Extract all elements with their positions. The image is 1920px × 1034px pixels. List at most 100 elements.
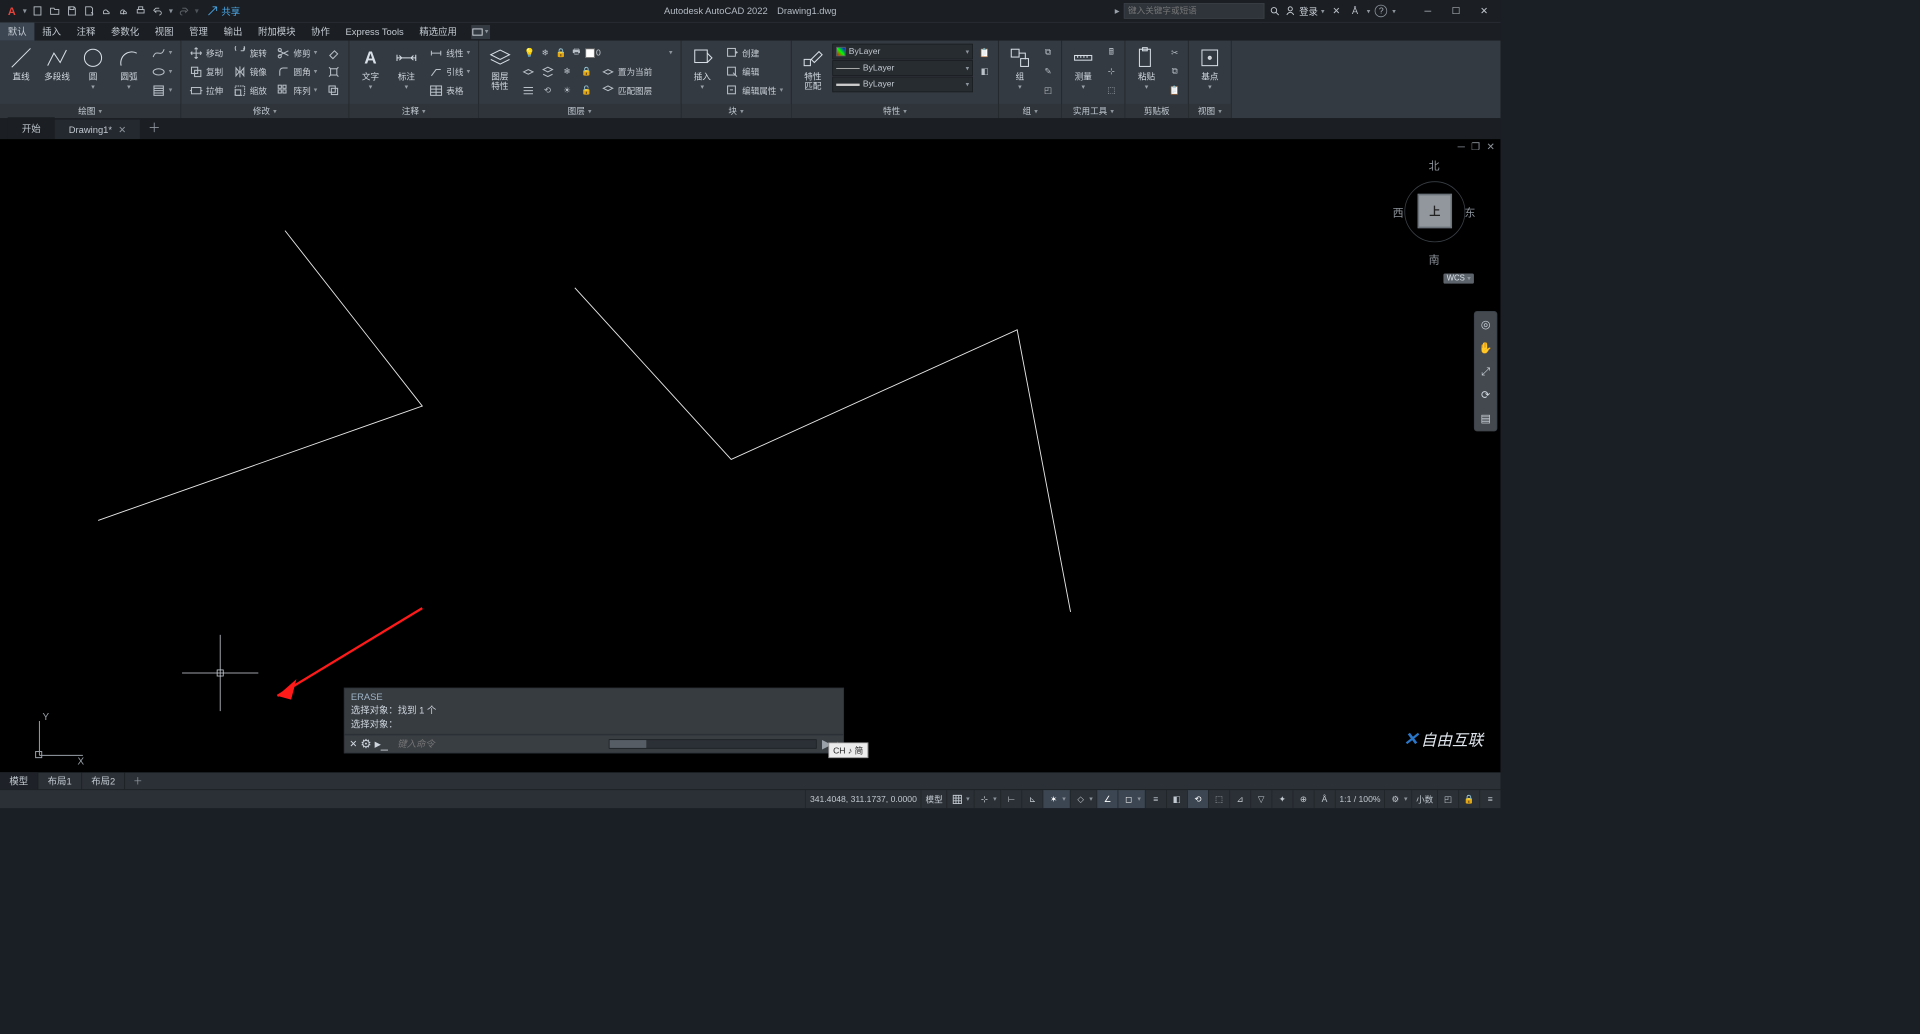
layer-bulb-icon[interactable]: 💡 — [523, 46, 537, 60]
viewcube-east[interactable]: 东 — [1465, 205, 1476, 221]
window-maximize-icon[interactable]: ☐ — [1444, 2, 1467, 19]
hatch-button[interactable]: ▾ — [148, 81, 175, 99]
edit-button[interactable]: 编辑 — [722, 63, 786, 81]
status-otrack-icon[interactable]: ∠ — [1097, 790, 1118, 808]
tab-express[interactable]: Express Tools — [338, 24, 412, 40]
status-decimal[interactable]: 小数 — [1411, 790, 1437, 808]
move-button[interactable]: 移动 — [186, 44, 227, 62]
status-dyn-ucs-icon[interactable]: ⊿ — [1229, 790, 1250, 808]
orbit-icon[interactable]: ⟳ — [1478, 387, 1494, 403]
search-icon[interactable] — [1269, 5, 1280, 16]
layer-thaw-icon[interactable]: ☀ — [558, 81, 575, 99]
layer-color-swatch[interactable] — [585, 48, 594, 57]
layer-plot-icon[interactable]: 🖶 — [569, 46, 583, 60]
search-input[interactable] — [1124, 3, 1265, 19]
status-customize-icon[interactable]: ≡ — [1479, 790, 1500, 808]
layout-2[interactable]: 布局2 — [82, 772, 126, 790]
layer-prev-icon[interactable]: ⟲ — [539, 81, 556, 99]
steering-wheel-icon[interactable]: ◎ — [1478, 317, 1494, 333]
status-dec-icon[interactable]: ⚙▾ — [1384, 790, 1411, 808]
drawing-canvas[interactable]: ─ ❐ ✕ — [0, 139, 1500, 772]
tab-add-button[interactable]: ＋ — [140, 114, 168, 139]
status-model[interactable]: 模型 — [921, 790, 947, 808]
cmd-scrollbar[interactable] — [609, 739, 817, 748]
tab-param[interactable]: 参数化 — [103, 23, 147, 41]
status-annomonitor-icon[interactable]: ⊕ — [1293, 790, 1314, 808]
status-lwt-icon[interactable]: ≡ — [1145, 790, 1166, 808]
scale-button[interactable]: 缩放 — [229, 81, 270, 99]
status-polar-icon[interactable]: ✶▾ — [1043, 790, 1070, 808]
open-icon[interactable] — [48, 4, 62, 18]
doc-restore-icon[interactable]: ❐ — [1469, 141, 1483, 154]
linear-button[interactable]: 线性▾ — [426, 44, 473, 62]
save-icon[interactable] — [65, 4, 79, 18]
login-button[interactable]: 登录 ▾ — [1285, 4, 1325, 17]
insert-button[interactable]: 插入▾ — [686, 44, 719, 100]
dimension-button[interactable]: 标注▾ — [390, 44, 423, 100]
tab-insert[interactable]: 插入 — [34, 23, 68, 41]
doc-minimize-icon[interactable]: ─ — [1455, 141, 1467, 154]
undo-dd[interactable]: ▾ — [168, 7, 173, 16]
status-ortho-icon[interactable]: ⊾ — [1022, 790, 1043, 808]
tab-featured[interactable]: 精选应用 — [412, 23, 465, 41]
doc-close-icon[interactable]: ✕ — [1484, 141, 1497, 154]
layer-walk-icon[interactable] — [519, 81, 536, 99]
viewcube-south[interactable]: 南 — [1429, 252, 1440, 268]
ribbon-toggle-icon[interactable]: ▾ — [471, 25, 490, 39]
layer-lock2-icon[interactable]: 🔒 — [578, 63, 595, 81]
tab-collab[interactable]: 协作 — [303, 23, 337, 41]
matchprop-button[interactable]: 特性 匹配 — [796, 44, 829, 100]
tab-output[interactable]: 输出 — [216, 23, 250, 41]
status-osnap-icon[interactable]: ◻▾ — [1118, 790, 1145, 808]
print-icon[interactable] — [134, 4, 148, 18]
calculator-icon[interactable]: 🖩 — [1103, 44, 1120, 62]
stretch-button[interactable]: 拉伸 — [186, 81, 227, 99]
panel-title-layer[interactable]: 图层▾ — [479, 104, 681, 118]
color-dropdown[interactable]: ByLayer▾ — [832, 44, 973, 60]
group-select-icon[interactable]: ◰ — [1039, 81, 1056, 99]
window-minimize-icon[interactable]: ─ — [1416, 2, 1439, 19]
layer-dropdown[interactable]: 0 — [596, 48, 667, 57]
layout-add-button[interactable]: ＋ — [125, 773, 150, 789]
autodesk-app-icon[interactable]: Å — [1348, 4, 1362, 18]
cloud-open-icon[interactable] — [99, 4, 113, 18]
ellipse-button[interactable]: ▾ — [148, 63, 175, 81]
select-icon[interactable]: ⬚ — [1103, 81, 1120, 99]
layer-freeze-icon[interactable]: ❄ — [538, 46, 552, 60]
status-gizmo-icon[interactable]: ✦ — [1271, 790, 1292, 808]
spline-button[interactable]: ▾ — [148, 44, 175, 62]
status-3dosnap-icon[interactable]: ⬚ — [1208, 790, 1229, 808]
prop-list-icon[interactable]: 📋 — [976, 44, 993, 62]
redo-icon[interactable] — [177, 4, 191, 18]
circle-button[interactable]: 圆▾ — [77, 44, 110, 100]
status-scale[interactable]: 1:1 / 100% — [1335, 790, 1385, 808]
tab-start[interactable]: 开始 — [8, 117, 55, 139]
status-selection-filter-icon[interactable]: ▽ — [1250, 790, 1271, 808]
redo-dd[interactable]: ▾ — [194, 7, 199, 16]
new-icon[interactable] — [31, 4, 45, 18]
layer-iso-icon[interactable] — [519, 63, 536, 81]
cloud-save-icon[interactable] — [117, 4, 131, 18]
zoom-extents-icon[interactable]: ⤢ — [1478, 363, 1494, 379]
tab-close-icon[interactable]: ✕ — [118, 124, 126, 135]
saveas-icon[interactable] — [82, 4, 96, 18]
cut-icon[interactable]: ✂ — [1166, 44, 1183, 62]
cmd-tool-icon[interactable]: ⚙ — [360, 736, 371, 752]
panel-title-annot[interactable]: 注释▾ — [349, 104, 478, 118]
tab-addon[interactable]: 附加模块 — [250, 23, 303, 41]
viewcube-west[interactable]: 西 — [1393, 205, 1404, 221]
fillet-button[interactable]: 圆角▾ — [273, 63, 320, 81]
qat-dropdown[interactable]: ▾ — [22, 7, 27, 16]
status-coords[interactable]: 341.4048, 311.1737, 0.0000 — [805, 790, 921, 808]
status-annoscale-icon[interactable]: Å — [1314, 790, 1335, 808]
share-button[interactable]: 共享 — [207, 4, 240, 17]
layout-model[interactable]: 模型 — [0, 772, 38, 790]
copy-icon[interactable]: ⧉ — [1166, 63, 1183, 81]
app-exchange-icon[interactable]: ✕ — [1329, 4, 1343, 18]
lineweight-dropdown[interactable]: ByLayer▾ — [832, 77, 973, 93]
tab-manage[interactable]: 管理 — [181, 23, 215, 41]
status-infer-icon[interactable]: ⊢ — [1001, 790, 1022, 808]
cmd-close-icon[interactable]: ✕ — [349, 739, 357, 750]
paste-special-icon[interactable]: 📋 — [1166, 81, 1183, 99]
table-button[interactable]: 表格 — [426, 81, 473, 99]
